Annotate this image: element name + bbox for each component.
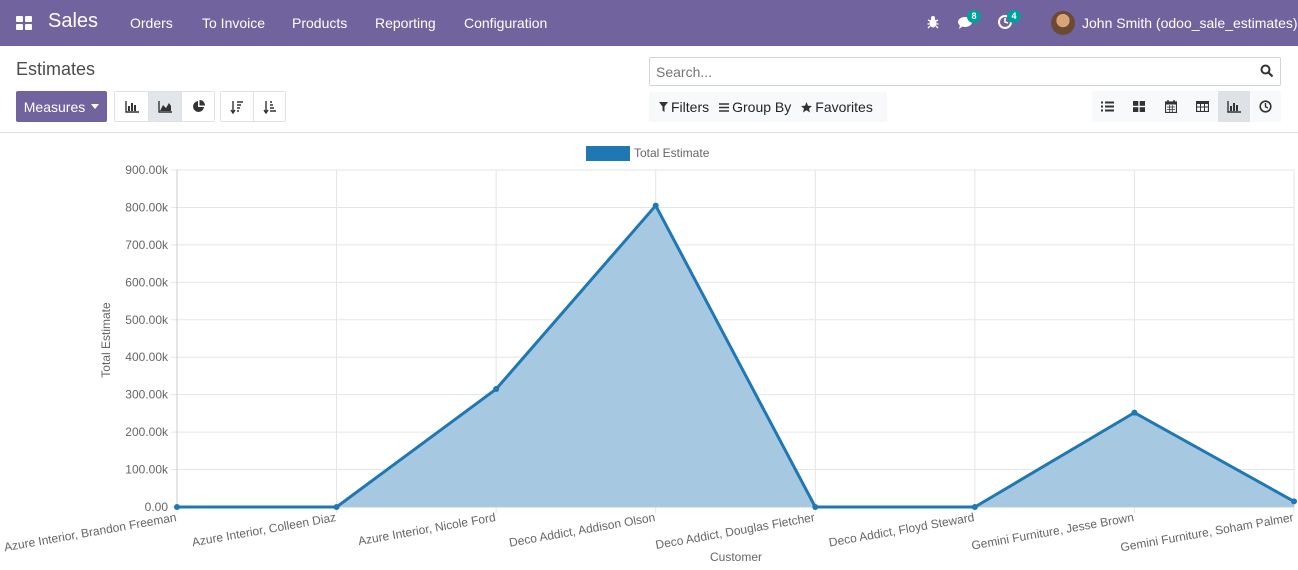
sort-ascending-button[interactable] bbox=[253, 92, 285, 121]
filters-button[interactable]: Filters bbox=[659, 99, 709, 115]
y-tick-label: 600.00k bbox=[125, 275, 169, 289]
y-tick-label: 400.00k bbox=[125, 350, 169, 364]
chart-type-group bbox=[114, 91, 215, 122]
graph-icon bbox=[1227, 100, 1241, 113]
kanban-view-button[interactable] bbox=[1124, 91, 1156, 122]
favorites-button[interactable]: Favorites bbox=[801, 99, 873, 115]
graph-view-button[interactable] bbox=[1218, 91, 1250, 122]
sort-group bbox=[220, 91, 286, 122]
group-by-button[interactable]: Group By bbox=[719, 99, 791, 115]
star-icon bbox=[801, 101, 813, 112]
list-icon bbox=[1101, 101, 1115, 112]
sort-descending-button[interactable] bbox=[221, 92, 253, 121]
caret-down-icon bbox=[91, 104, 100, 109]
user-menu[interactable]: John Smith (odoo_sale_estimates) bbox=[1082, 15, 1298, 31]
pivot-view-button[interactable] bbox=[1187, 91, 1219, 122]
x-tick-label: Azure Interior, Brandon Freeman bbox=[3, 510, 178, 554]
bug-icon[interactable] bbox=[925, 14, 941, 30]
list-view-button[interactable] bbox=[1092, 91, 1124, 122]
menu-configuration[interactable]: Configuration bbox=[464, 15, 547, 31]
kanban-icon bbox=[1133, 101, 1146, 112]
x-tick-label: Deco Addict, Addison Olson bbox=[508, 510, 656, 550]
avatar[interactable] bbox=[1051, 11, 1075, 35]
view-switcher bbox=[1092, 91, 1281, 122]
data-point bbox=[333, 504, 340, 510]
y-tick-label: 300.00k bbox=[125, 388, 169, 402]
pie-chart-icon bbox=[192, 100, 205, 112]
x-tick-label: Azure Interior, Nicole Ford bbox=[357, 510, 497, 548]
activities-count-badge: 4 bbox=[1007, 10, 1021, 23]
bar-chart-button[interactable] bbox=[115, 92, 148, 121]
sort-ascending-icon bbox=[262, 100, 276, 114]
area-chart-icon bbox=[158, 100, 172, 113]
y-axis-title: Total Estimate bbox=[99, 302, 113, 378]
menu-orders[interactable]: Orders bbox=[130, 15, 173, 31]
data-point bbox=[652, 202, 659, 209]
menu-reporting[interactable]: Reporting bbox=[375, 15, 436, 31]
page-title: Estimates bbox=[16, 59, 96, 79]
menu-to-invoice[interactable]: To Invoice bbox=[202, 15, 265, 31]
group-by-label: Group By bbox=[732, 99, 792, 115]
x-tick-label: Deco Addict, Floyd Steward bbox=[828, 510, 976, 549]
activity-icon bbox=[1259, 100, 1272, 113]
graph-area: Total Estimate 0.00 100.00k 200.00k 300.00k… bbox=[0, 133, 1298, 570]
x-axis-title: Customer bbox=[709, 550, 762, 564]
y-tick-label: 100.00k bbox=[125, 463, 169, 477]
x-tick-label: Deco Addict, Douglas Fletcher bbox=[654, 510, 815, 552]
data-point bbox=[812, 504, 819, 510]
x-tick-label: Gemini Furniture, Jesse Brown bbox=[970, 510, 1135, 552]
x-tick-label: Azure Interior, Colleen Diaz bbox=[191, 510, 337, 549]
area-chart: 0.00100.00k200.00k300.00k400.00k500.00k6… bbox=[3, 163, 1297, 554]
pie-chart-button[interactable] bbox=[181, 92, 214, 121]
clock-icon[interactable]: 4 bbox=[997, 10, 1021, 30]
pivot-icon bbox=[1195, 101, 1209, 112]
data-point bbox=[493, 386, 500, 393]
bar-chart-icon bbox=[124, 100, 139, 113]
data-point bbox=[1131, 409, 1138, 416]
search-box bbox=[649, 57, 1281, 86]
calendar-view-button[interactable] bbox=[1155, 91, 1187, 122]
filter-icon bbox=[659, 102, 668, 112]
filters-label: Filters bbox=[671, 99, 710, 115]
apps-icon[interactable] bbox=[16, 16, 32, 30]
activity-view-button[interactable] bbox=[1250, 91, 1282, 122]
favorites-label: Favorites bbox=[815, 99, 873, 115]
chat-icon[interactable]: 8 bbox=[957, 10, 981, 30]
area-chart-button[interactable] bbox=[148, 92, 181, 121]
search-icon[interactable] bbox=[1260, 64, 1274, 78]
y-tick-label: 500.00k bbox=[125, 313, 169, 327]
sort-descending-icon bbox=[230, 100, 243, 114]
measures-button[interactable]: Measures bbox=[16, 91, 107, 122]
data-point bbox=[174, 504, 180, 510]
search-options-bar: Filters Group By Favorites bbox=[649, 92, 887, 122]
menu-products[interactable]: Products bbox=[292, 15, 347, 31]
top-navbar: Sales Orders To Invoice Products Reporti… bbox=[0, 0, 1298, 46]
measures-label: Measures bbox=[23, 98, 86, 115]
app-name[interactable]: Sales bbox=[48, 10, 98, 33]
search-input[interactable] bbox=[650, 58, 1250, 85]
y-tick-label: 800.00k bbox=[125, 200, 169, 214]
calendar-icon bbox=[1164, 100, 1177, 113]
data-point bbox=[971, 504, 978, 510]
messages-count-badge: 8 bbox=[967, 10, 981, 23]
y-tick-label: 200.00k bbox=[125, 425, 169, 439]
y-tick-label: 700.00k bbox=[125, 238, 169, 252]
y-tick-label: 900.00k bbox=[125, 163, 169, 177]
data-point bbox=[1291, 498, 1297, 505]
x-tick-label: Gemini Furniture, Soham Palmer bbox=[1119, 510, 1294, 554]
bars-icon bbox=[719, 102, 730, 112]
